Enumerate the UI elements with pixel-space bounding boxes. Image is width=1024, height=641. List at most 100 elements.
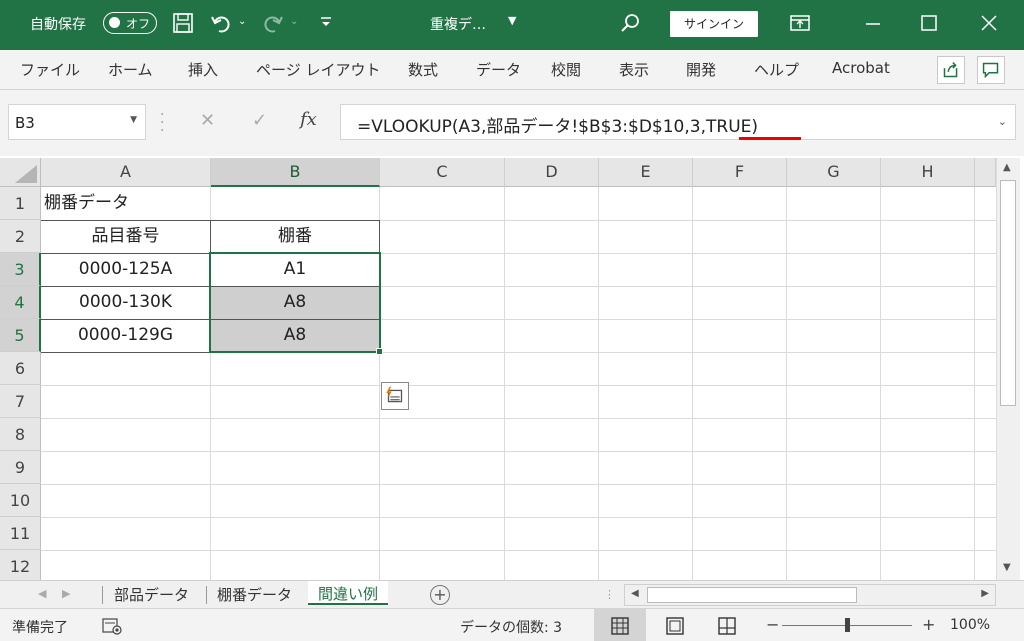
name-box-dropdown-icon[interactable]: ▼ <box>130 115 137 125</box>
page-layout-view-icon[interactable] <box>664 615 686 637</box>
cell-A1[interactable]: 棚番データ <box>44 187 129 220</box>
undo-dropdown-icon[interactable]: ⌄ <box>238 16 246 27</box>
cell-B2[interactable]: 棚番 <box>211 220 379 253</box>
page-break-preview-icon[interactable] <box>716 615 738 637</box>
horizontal-scrollbar[interactable]: ◀ ▶ <box>624 584 996 606</box>
col-header-B[interactable]: B <box>211 158 380 187</box>
redo-dropdown-icon[interactable]: ⌄ <box>290 16 298 27</box>
tab-review[interactable]: 校閲 <box>551 59 581 80</box>
scroll-left-icon[interactable]: ◀ <box>631 588 639 599</box>
col-header-H[interactable]: H <box>881 158 975 187</box>
row-header-4[interactable]: 4 <box>0 286 41 319</box>
col-header-partial[interactable] <box>975 158 996 187</box>
zoom-in-button[interactable]: + <box>922 615 935 634</box>
scroll-down-icon[interactable]: ▼ <box>1003 562 1011 573</box>
undo-icon[interactable] <box>210 12 232 34</box>
cell-A3[interactable]: 0000-125A <box>41 253 210 286</box>
tab-page-layout[interactable]: ページ レイアウト <box>256 59 380 80</box>
prev-sheet-icon[interactable]: ◀ <box>38 587 46 600</box>
comments-button[interactable] <box>977 56 1005 84</box>
col-header-E[interactable]: E <box>599 158 693 187</box>
expand-formula-bar-icon[interactable]: ⌄ <box>998 115 1007 128</box>
share-button[interactable] <box>937 56 965 84</box>
vertical-scroll-thumb[interactable] <box>1000 180 1016 406</box>
name-box-value: B3 <box>15 114 35 132</box>
gridline <box>41 385 996 386</box>
customize-toolbar-icon[interactable] <box>318 14 334 30</box>
row-header-2[interactable]: 2 <box>0 220 41 253</box>
autosave-toggle[interactable]: オフ <box>103 12 157 34</box>
search-icon[interactable] <box>620 12 642 34</box>
next-sheet-icon[interactable]: ▶ <box>62 587 70 600</box>
horizontal-scroll-thumb[interactable] <box>647 587 857 603</box>
tab-split-grip-icon[interactable]: ⋮ <box>604 588 616 601</box>
document-title[interactable]: 重複デ… <box>430 14 486 34</box>
tab-developer[interactable]: 開発 <box>686 59 716 80</box>
row-header-8[interactable]: 8 <box>0 418 41 451</box>
gridline <box>974 187 975 580</box>
sheet-tab-parts-data[interactable]: 部品データ <box>114 584 189 605</box>
row-header-1[interactable]: 1 <box>0 187 41 220</box>
zoom-out-button[interactable]: − <box>766 615 779 634</box>
col-header-G[interactable]: G <box>787 158 881 187</box>
gridline <box>41 550 996 551</box>
scroll-up-icon[interactable]: ▲ <box>1003 162 1011 173</box>
tab-separator <box>102 586 103 604</box>
quick-analysis-button[interactable] <box>381 382 409 410</box>
col-header-C[interactable]: C <box>380 158 505 187</box>
tab-view[interactable]: 表示 <box>619 59 649 80</box>
add-sheet-button[interactable]: + <box>430 585 450 605</box>
minimize-icon[interactable] <box>862 12 884 34</box>
zoom-level[interactable]: 100% <box>950 617 990 633</box>
tab-home[interactable]: ホーム <box>108 59 153 80</box>
fill-handle[interactable] <box>376 348 383 355</box>
macro-record-icon[interactable] <box>102 617 122 635</box>
tab-insert[interactable]: 挿入 <box>188 59 218 80</box>
ribbon-tabs: ファイル ホーム 挿入 ページ レイアウト 数式 データ 校閲 表示 開発 ヘル… <box>0 50 1024 90</box>
row-header-11[interactable]: 11 <box>0 517 41 550</box>
tab-help[interactable]: ヘルプ <box>754 59 799 80</box>
cell-A5[interactable]: 0000-129G <box>41 319 210 352</box>
enter-icon[interactable]: ✓ <box>252 110 267 131</box>
save-icon[interactable] <box>172 12 194 34</box>
row-header-7[interactable]: 7 <box>0 385 41 418</box>
col-header-A[interactable]: A <box>41 158 211 187</box>
row-header-9[interactable]: 9 <box>0 451 41 484</box>
normal-view-button[interactable] <box>594 609 646 641</box>
gridline <box>598 187 599 580</box>
col-header-D[interactable]: D <box>505 158 599 187</box>
scroll-right-icon[interactable]: ▶ <box>981 588 989 599</box>
row-header-6[interactable]: 6 <box>0 352 41 385</box>
tab-separator <box>206 586 207 604</box>
name-box[interactable]: B3 ▼ <box>8 104 146 140</box>
maximize-icon[interactable] <box>918 12 940 34</box>
row-header-5[interactable]: 5 <box>0 319 41 352</box>
worksheet-grid[interactable]: 棚番データ 品目番号 棚番 0000-125A A1 0000-130K A8 … <box>0 158 996 580</box>
quick-analysis-icon <box>386 386 403 403</box>
vertical-scrollbar[interactable]: ▲ ▼ <box>996 158 1020 580</box>
formula-input[interactable]: =VLOOKUP(A3,部品データ!$B$3:$D$10,3,TRUE) ⌄ <box>340 104 1016 140</box>
select-all-corner[interactable] <box>0 158 41 187</box>
redo-icon[interactable] <box>262 12 284 34</box>
row-header-10[interactable]: 10 <box>0 484 41 517</box>
row-header-12[interactable]: 12 <box>0 550 41 580</box>
sheet-tab-wrong-example[interactable]: 間違い例 <box>308 581 389 605</box>
cancel-icon[interactable]: ✕ <box>200 110 215 131</box>
close-icon[interactable] <box>978 12 1000 34</box>
insert-function-button[interactable]: fx <box>300 109 317 130</box>
cell-A4[interactable]: 0000-130K <box>41 286 210 319</box>
tab-file[interactable]: ファイル <box>20 59 80 80</box>
tab-acrobat[interactable]: Acrobat <box>832 59 890 77</box>
toggle-knob <box>109 17 120 28</box>
cell-A2[interactable]: 品目番号 <box>41 220 210 253</box>
signin-button[interactable]: サインイン <box>670 11 758 37</box>
formula-bar-grip-icon[interactable]: · · · <box>160 108 164 138</box>
sheet-tab-shelf-data[interactable]: 棚番データ <box>217 584 292 605</box>
tab-data[interactable]: データ <box>476 59 521 80</box>
tab-formulas[interactable]: 数式 <box>408 59 438 80</box>
col-header-F[interactable]: F <box>693 158 787 187</box>
zoom-slider-thumb[interactable] <box>845 618 850 632</box>
doc-title-dropdown-icon[interactable]: ▼ <box>508 14 516 27</box>
ribbon-display-options-icon[interactable] <box>790 14 810 32</box>
row-header-3[interactable]: 3 <box>0 253 41 286</box>
